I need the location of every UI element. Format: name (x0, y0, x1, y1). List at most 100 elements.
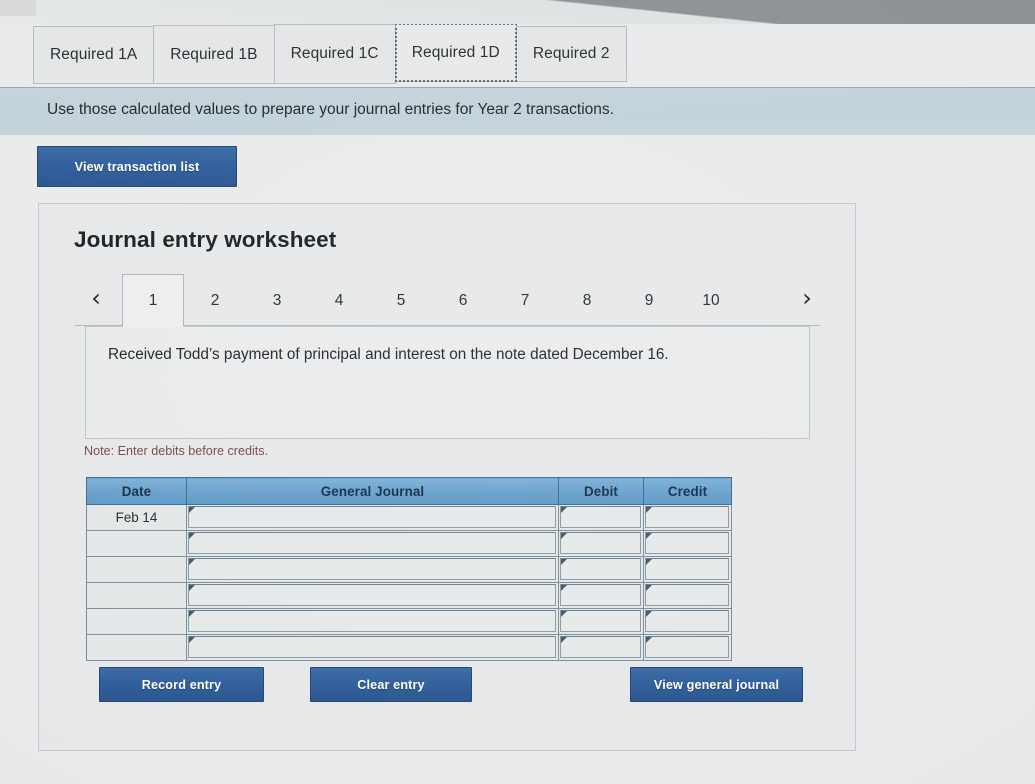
pager-tab-3-label: 3 (272, 291, 282, 309)
date-cell-6[interactable] (86, 634, 187, 661)
table-row (86, 556, 732, 583)
page-canvas: Required 1A Required 1B Required 1C Requ… (0, 0, 1035, 784)
journal-entry-table: Date General Journal Debit Credit Feb 14 (86, 477, 732, 661)
pager-tab-list: 1 2 3 4 5 6 7 8 9 10 (122, 274, 742, 327)
credit-cell-1[interactable] (643, 504, 732, 531)
chevron-right-icon[interactable]: › (794, 283, 820, 313)
clear-entry-button[interactable]: Clear entry (310, 667, 472, 702)
pager-tab-9[interactable]: 9 (618, 274, 680, 326)
credit-input-6[interactable] (645, 636, 729, 658)
general-journal-input-2[interactable] (188, 532, 556, 554)
credit-cell-4[interactable] (643, 582, 732, 609)
tab-required-1c-label: Required 1C (290, 45, 379, 62)
column-header-debit: Debit (558, 477, 644, 505)
date-cell-5[interactable] (86, 608, 187, 635)
debit-cell-1[interactable] (558, 504, 644, 531)
general-journal-cell-5[interactable] (186, 608, 559, 635)
debit-cell-6[interactable] (558, 634, 644, 661)
journal-entry-worksheet-panel: Journal entry worksheet ‹ 1 2 3 4 5 6 7 … (38, 203, 856, 751)
tab-required-1a-label: Required 1A (50, 46, 138, 63)
date-cell-1[interactable]: Feb 14 (86, 504, 187, 531)
debit-cell-2[interactable] (558, 530, 644, 557)
general-journal-input-6[interactable] (188, 636, 556, 658)
general-journal-input-3[interactable] (188, 558, 556, 580)
debit-input-5[interactable] (560, 610, 641, 632)
debits-before-credits-note: Note: Enter debits before credits. (84, 444, 269, 458)
general-journal-cell-4[interactable] (186, 582, 559, 609)
pager-tab-7[interactable]: 7 (494, 274, 556, 326)
tab-required-1b-label: Required 1B (170, 45, 258, 63)
pager-tab-1-label: 1 (148, 291, 158, 309)
worksheet-pager: ‹ 1 2 3 4 5 6 7 8 9 10 › (75, 274, 820, 327)
pager-tab-9-label: 9 (644, 291, 654, 309)
tab-required-1d-label: Required 1D (411, 43, 500, 61)
panel-title: Journal entry worksheet (74, 227, 337, 252)
credit-input-1[interactable] (645, 506, 729, 528)
debit-cell-4[interactable] (558, 582, 644, 609)
credit-cell-5[interactable] (643, 608, 732, 635)
tab-required-2[interactable]: Required 2 (515, 26, 627, 82)
table-row (86, 608, 732, 635)
view-general-journal-button[interactable]: View general journal (630, 667, 803, 702)
pager-tab-1[interactable]: 1 (122, 274, 184, 327)
pager-tab-10-label: 10 (702, 291, 720, 309)
transaction-description-text: Received Todd’s payment of principal and… (108, 346, 669, 363)
screen-photo-corner (0, 0, 36, 16)
clear-entry-label: Clear entry (357, 677, 425, 692)
pager-tab-5[interactable]: 5 (370, 274, 432, 326)
view-transaction-list-button[interactable]: View transaction list (37, 146, 237, 187)
general-journal-input-5[interactable] (188, 610, 556, 632)
debit-cell-3[interactable] (558, 556, 644, 583)
record-entry-button[interactable]: Record entry (99, 667, 264, 702)
pager-tab-8[interactable]: 8 (556, 274, 618, 326)
pager-tab-3[interactable]: 3 (246, 274, 308, 326)
credit-cell-2[interactable] (643, 530, 732, 557)
pager-tab-5-label: 5 (396, 291, 406, 309)
pager-tab-6[interactable]: 6 (432, 274, 494, 326)
general-journal-cell-3[interactable] (186, 556, 559, 583)
pager-tab-6-label: 6 (458, 291, 468, 309)
view-general-journal-label: View general journal (653, 677, 780, 692)
table-header-row: Date General Journal Debit Credit (86, 477, 732, 505)
chevron-left-icon[interactable]: ‹ (83, 283, 109, 313)
pager-tab-8-label: 8 (582, 291, 592, 309)
pager-tab-10[interactable]: 10 (680, 274, 742, 326)
date-cell-4[interactable] (86, 582, 187, 609)
credit-cell-6[interactable] (643, 634, 732, 661)
general-journal-input-1[interactable] (188, 506, 556, 528)
instruction-bar: Use those calculated values to prepare y… (0, 87, 1035, 135)
debit-input-2[interactable] (560, 532, 641, 554)
credit-cell-3[interactable] (643, 556, 732, 583)
credit-input-2[interactable] (645, 532, 729, 554)
credit-input-3[interactable] (645, 558, 729, 580)
credit-input-5[interactable] (645, 610, 729, 632)
tab-required-1a[interactable]: Required 1A (33, 26, 155, 84)
table-row (86, 634, 732, 661)
general-journal-input-4[interactable] (188, 584, 556, 606)
debit-input-4[interactable] (560, 584, 641, 606)
date-cell-3[interactable] (86, 556, 187, 583)
pager-tab-2-label: 2 (210, 291, 220, 309)
general-journal-cell-1[interactable] (186, 504, 559, 531)
pager-tab-2[interactable]: 2 (184, 274, 246, 326)
table-row (86, 530, 732, 557)
tab-required-1d[interactable]: Required 1D (394, 23, 517, 82)
record-entry-label: Record entry (141, 677, 222, 692)
debit-input-1[interactable] (560, 506, 641, 528)
required-tab-strip: Required 1A Required 1B Required 1C Requ… (33, 22, 633, 84)
table-row (86, 582, 732, 609)
general-journal-cell-6[interactable] (186, 634, 559, 661)
tab-required-1c[interactable]: Required 1C (273, 24, 396, 84)
column-header-date: Date (86, 477, 187, 505)
instruction-text: Use those calculated values to prepare y… (47, 101, 614, 118)
debit-input-3[interactable] (560, 558, 641, 580)
pager-tab-4[interactable]: 4 (308, 274, 370, 326)
credit-input-4[interactable] (645, 584, 729, 606)
column-header-general-journal: General Journal (186, 477, 559, 505)
date-cell-2[interactable] (86, 530, 187, 557)
tab-required-1b[interactable]: Required 1B (153, 25, 275, 84)
debit-cell-5[interactable] (558, 608, 644, 635)
general-journal-cell-2[interactable] (186, 530, 559, 557)
column-header-credit: Credit (643, 477, 732, 505)
debit-input-6[interactable] (560, 636, 641, 658)
